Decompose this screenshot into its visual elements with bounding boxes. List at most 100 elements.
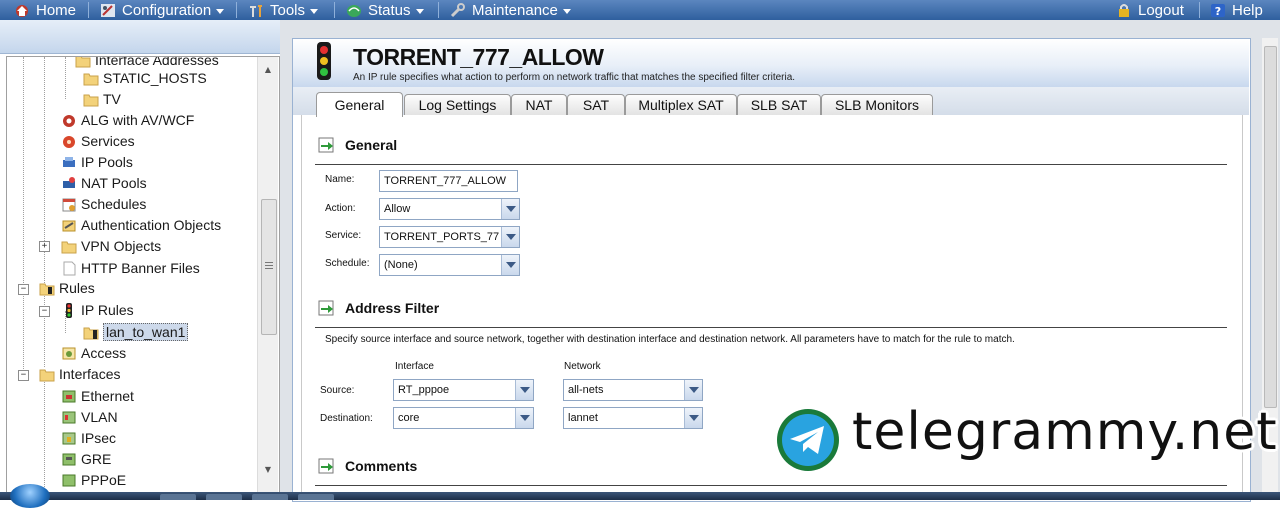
tree-item-vlan[interactable]: VLAN (61, 407, 118, 427)
action-select[interactable]: Allow (379, 198, 520, 220)
chevron-down-icon[interactable] (515, 408, 533, 428)
menu-status-label: Status (368, 1, 411, 19)
taskbar-button[interactable] (298, 494, 334, 500)
tree-item-services[interactable]: Services (61, 131, 135, 151)
tree-item-ip-rules[interactable]: IP Rules (61, 300, 134, 320)
tree-item-label: IPsec (81, 430, 117, 446)
scroll-down-icon[interactable]: ▼ (258, 461, 278, 479)
folder-icon (83, 73, 99, 85)
tree-collapse-ip-rules[interactable]: − (39, 306, 50, 317)
menu-help[interactable]: ? Help (1210, 0, 1263, 20)
help-icon: ? (1211, 3, 1225, 18)
tree-item-ip-pools[interactable]: IP Pools (61, 152, 133, 172)
source-interface-select[interactable]: RT_pppoe (393, 379, 534, 401)
section-divider (315, 327, 1227, 328)
tab-multiplex-sat[interactable]: Multiplex SAT (625, 94, 737, 115)
page-title: TORRENT_777_ALLOW (353, 44, 604, 70)
tree-collapse-rules[interactable]: − (18, 284, 29, 295)
configuration-icon (101, 3, 115, 17)
tree-collapse-interfaces[interactable]: − (18, 370, 29, 381)
tree-item-nat-pools[interactable]: NAT Pools (61, 173, 147, 193)
authentication-icon (62, 220, 76, 231)
section-general: General (318, 137, 397, 153)
tree-item-label: Interface Addresses (95, 57, 219, 68)
tab-nat[interactable]: NAT (511, 94, 567, 115)
tree-item-static-hosts[interactable]: STATIC_HOSTS (83, 68, 207, 88)
tree-item-vpn-objects[interactable]: VPN Objects (61, 236, 161, 256)
chevron-down-icon[interactable] (501, 199, 519, 219)
tree-item-interfaces[interactable]: Interfaces (39, 364, 120, 384)
menu-logout[interactable]: Logout (1116, 0, 1184, 20)
access-icon (62, 347, 76, 359)
tree-item-alg[interactable]: ALG with AV/WCF (61, 110, 194, 130)
taskbar-button[interactable] (206, 494, 242, 500)
schedule-select[interactable]: (None) (379, 254, 520, 276)
menu-status[interactable]: Status (346, 0, 424, 20)
tree-item-ethernet[interactable]: Ethernet (61, 386, 134, 406)
tab-slb-monitors[interactable]: SLB Monitors (821, 94, 933, 115)
tools-icon (250, 4, 262, 17)
source-network-select[interactable]: all-nets (563, 379, 703, 401)
ipsec-icon (62, 432, 76, 444)
page-scroll-thumb[interactable] (1264, 46, 1277, 408)
tree-item-schedules[interactable]: Schedules (61, 194, 146, 214)
lock-icon (1119, 3, 1129, 17)
tree-scrollbar[interactable]: ▲ ▼ (257, 57, 278, 493)
tree-item-label: IP Rules (81, 302, 134, 318)
menu-separator (334, 2, 335, 18)
tab-sat[interactable]: SAT (567, 94, 625, 115)
source-network-value: all-nets (568, 384, 604, 396)
tree-item-access[interactable]: Access (61, 343, 126, 363)
schedule-select-value: (None) (384, 259, 418, 271)
tab-log-settings[interactable]: Log Settings (404, 94, 511, 115)
tree-item-gre[interactable]: GRE (61, 449, 111, 469)
tree-item-label: PPPoE (81, 472, 127, 488)
tree-item-label: VPN Objects (81, 238, 162, 254)
menu-help-label: Help (1232, 1, 1263, 19)
chevron-down-icon[interactable] (501, 255, 519, 275)
tree-item-http-banner-files[interactable]: HTTP Banner Files (61, 258, 200, 278)
taskbar-button[interactable] (252, 494, 288, 500)
chevron-down-icon[interactable] (515, 380, 533, 400)
alg-icon (63, 114, 75, 127)
tab-slb-sat[interactable]: SLB SAT (737, 94, 821, 115)
chevron-down-icon[interactable] (684, 380, 702, 400)
chevron-down-icon[interactable] (684, 408, 702, 428)
tab-general[interactable]: General (316, 92, 403, 117)
chevron-down-icon (562, 9, 571, 14)
tab-label: Multiplex SAT (638, 97, 724, 113)
service-select-value: TORRENT_PORTS_777 (384, 231, 499, 243)
file-icon (63, 261, 76, 275)
menu-separator (1199, 2, 1200, 18)
menu-home[interactable]: Home (14, 0, 76, 20)
destination-interface-select[interactable]: core (393, 407, 534, 429)
start-button[interactable] (10, 484, 50, 508)
service-label: Service: (325, 230, 362, 241)
menu-configuration[interactable]: Configuration (100, 0, 225, 20)
name-input[interactable]: TORRENT_777_ALLOW (379, 170, 518, 192)
tree-viewport: Interface Addresses STATIC_HOSTS TV ALG … (7, 57, 257, 493)
home-icon (16, 4, 28, 17)
menu-tools[interactable]: Tools (248, 0, 319, 20)
tab-label: SLB SAT (750, 97, 808, 113)
services-icon (63, 135, 75, 148)
tab-label: Log Settings (418, 97, 497, 113)
chevron-down-icon[interactable] (501, 227, 519, 247)
destination-network-select[interactable]: lannet (563, 407, 703, 429)
tree-item-rules[interactable]: Rules (39, 278, 95, 298)
tree-item-label: Rules (59, 280, 95, 296)
tree-item-lan-to-wan1[interactable]: lan_to_wan1 (83, 322, 189, 342)
tree-item-pppoe[interactable]: PPPoE (61, 470, 126, 490)
tree-item-ipsec[interactable]: IPsec (61, 428, 116, 448)
gre-icon (62, 453, 76, 465)
service-select[interactable]: TORRENT_PORTS_777 (379, 226, 520, 248)
scroll-up-icon[interactable]: ▲ (258, 61, 278, 79)
tree-scroll-thumb[interactable] (261, 199, 277, 335)
taskbar-button[interactable] (160, 494, 196, 500)
tree-expand-vpn-objects[interactable]: + (39, 241, 50, 252)
tree-item-tv[interactable]: TV (83, 89, 121, 109)
tree-item-authentication-objects[interactable]: Authentication Objects (61, 215, 221, 235)
interface-column-header: Interface (395, 361, 434, 372)
menu-maintenance[interactable]: Maintenance (450, 0, 571, 20)
tree-item-label: IP Pools (81, 154, 133, 170)
